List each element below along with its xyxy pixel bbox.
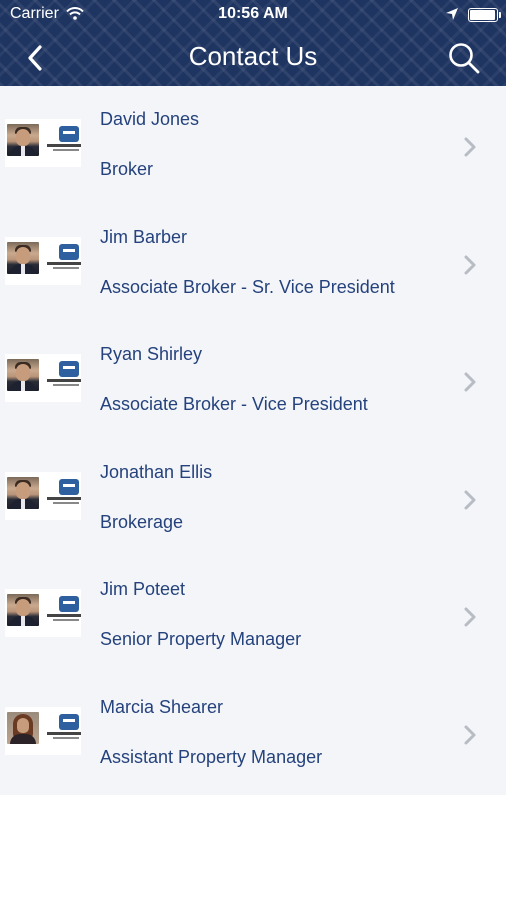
company-logo (47, 242, 81, 276)
company-logo (47, 359, 81, 393)
contact-thumbnail (5, 589, 81, 637)
chevron-right-icon (464, 255, 476, 274)
chevron-right-icon (464, 607, 476, 627)
contact-row[interactable]: Jim Poteet Senior Property Manager (0, 556, 506, 674)
chevron-right-icon (464, 137, 476, 157)
avatar (7, 124, 39, 156)
chevron-right-icon (464, 372, 476, 392)
contact-thumbnail (5, 706, 81, 755)
company-logo (47, 594, 81, 628)
contact-thumbnail (5, 471, 81, 520)
company-logo (47, 124, 81, 158)
contact-name: Jonathan Ellis (100, 461, 213, 482)
contact-row[interactable]: Jim Barber Associate Broker - Sr. Vice Pr… (0, 204, 506, 322)
company-logo (47, 712, 81, 746)
contact-name: Marcia Shearer (100, 696, 224, 717)
contact-row[interactable]: Jonathan Ellis Brokerage (0, 439, 506, 557)
contact-title: Associate Broker - Sr. Vice President (100, 276, 395, 297)
chevron-right-icon (464, 725, 476, 744)
battery-icon (468, 8, 501, 22)
contact-name: Jim Poteet (100, 579, 186, 599)
contact-title: Assistant Property Manager (100, 746, 323, 767)
contact-name: David Jones (100, 109, 200, 129)
contact-row[interactable]: Marcia Shearer Assistant Property Manager (0, 674, 506, 792)
avatar (7, 594, 39, 626)
avatar (7, 359, 39, 391)
avatar (7, 241, 39, 274)
chevron-right-icon (464, 490, 476, 509)
avatar (7, 476, 39, 509)
search-button[interactable] (446, 40, 482, 76)
company-logo (47, 477, 81, 511)
contact-list: David Jones Broker Jim Barber Associate Bro… (0, 86, 506, 795)
contact-name: Ryan Shirley (100, 344, 203, 364)
contact-title: Associate Broker - Vice President (100, 394, 368, 414)
header-bar: Carrier 10:56 AM Contact Us (0, 0, 506, 86)
contact-thumbnail (5, 236, 81, 285)
contact-title: Brokerage (100, 511, 184, 532)
status-time: 10:56 AM (218, 5, 288, 22)
contact-title: Senior Property Manager (100, 629, 302, 649)
page-title: Contact Us (188, 41, 318, 71)
contact-name: Jim Barber (100, 226, 188, 247)
contact-title: Broker (100, 159, 154, 179)
contact-thumbnail (5, 354, 81, 402)
status-bar: Carrier 10:56 AM (0, 0, 506, 30)
search-icon (449, 43, 480, 74)
contact-thumbnail (5, 119, 81, 167)
avatar (7, 711, 39, 744)
location-arrow-icon (445, 7, 459, 26)
contact-row[interactable]: Ryan Shirley Associate Broker - Vice Pres… (0, 321, 506, 439)
navigation-bar: Contact Us (0, 30, 506, 86)
contact-row[interactable]: David Jones Broker (0, 86, 506, 204)
